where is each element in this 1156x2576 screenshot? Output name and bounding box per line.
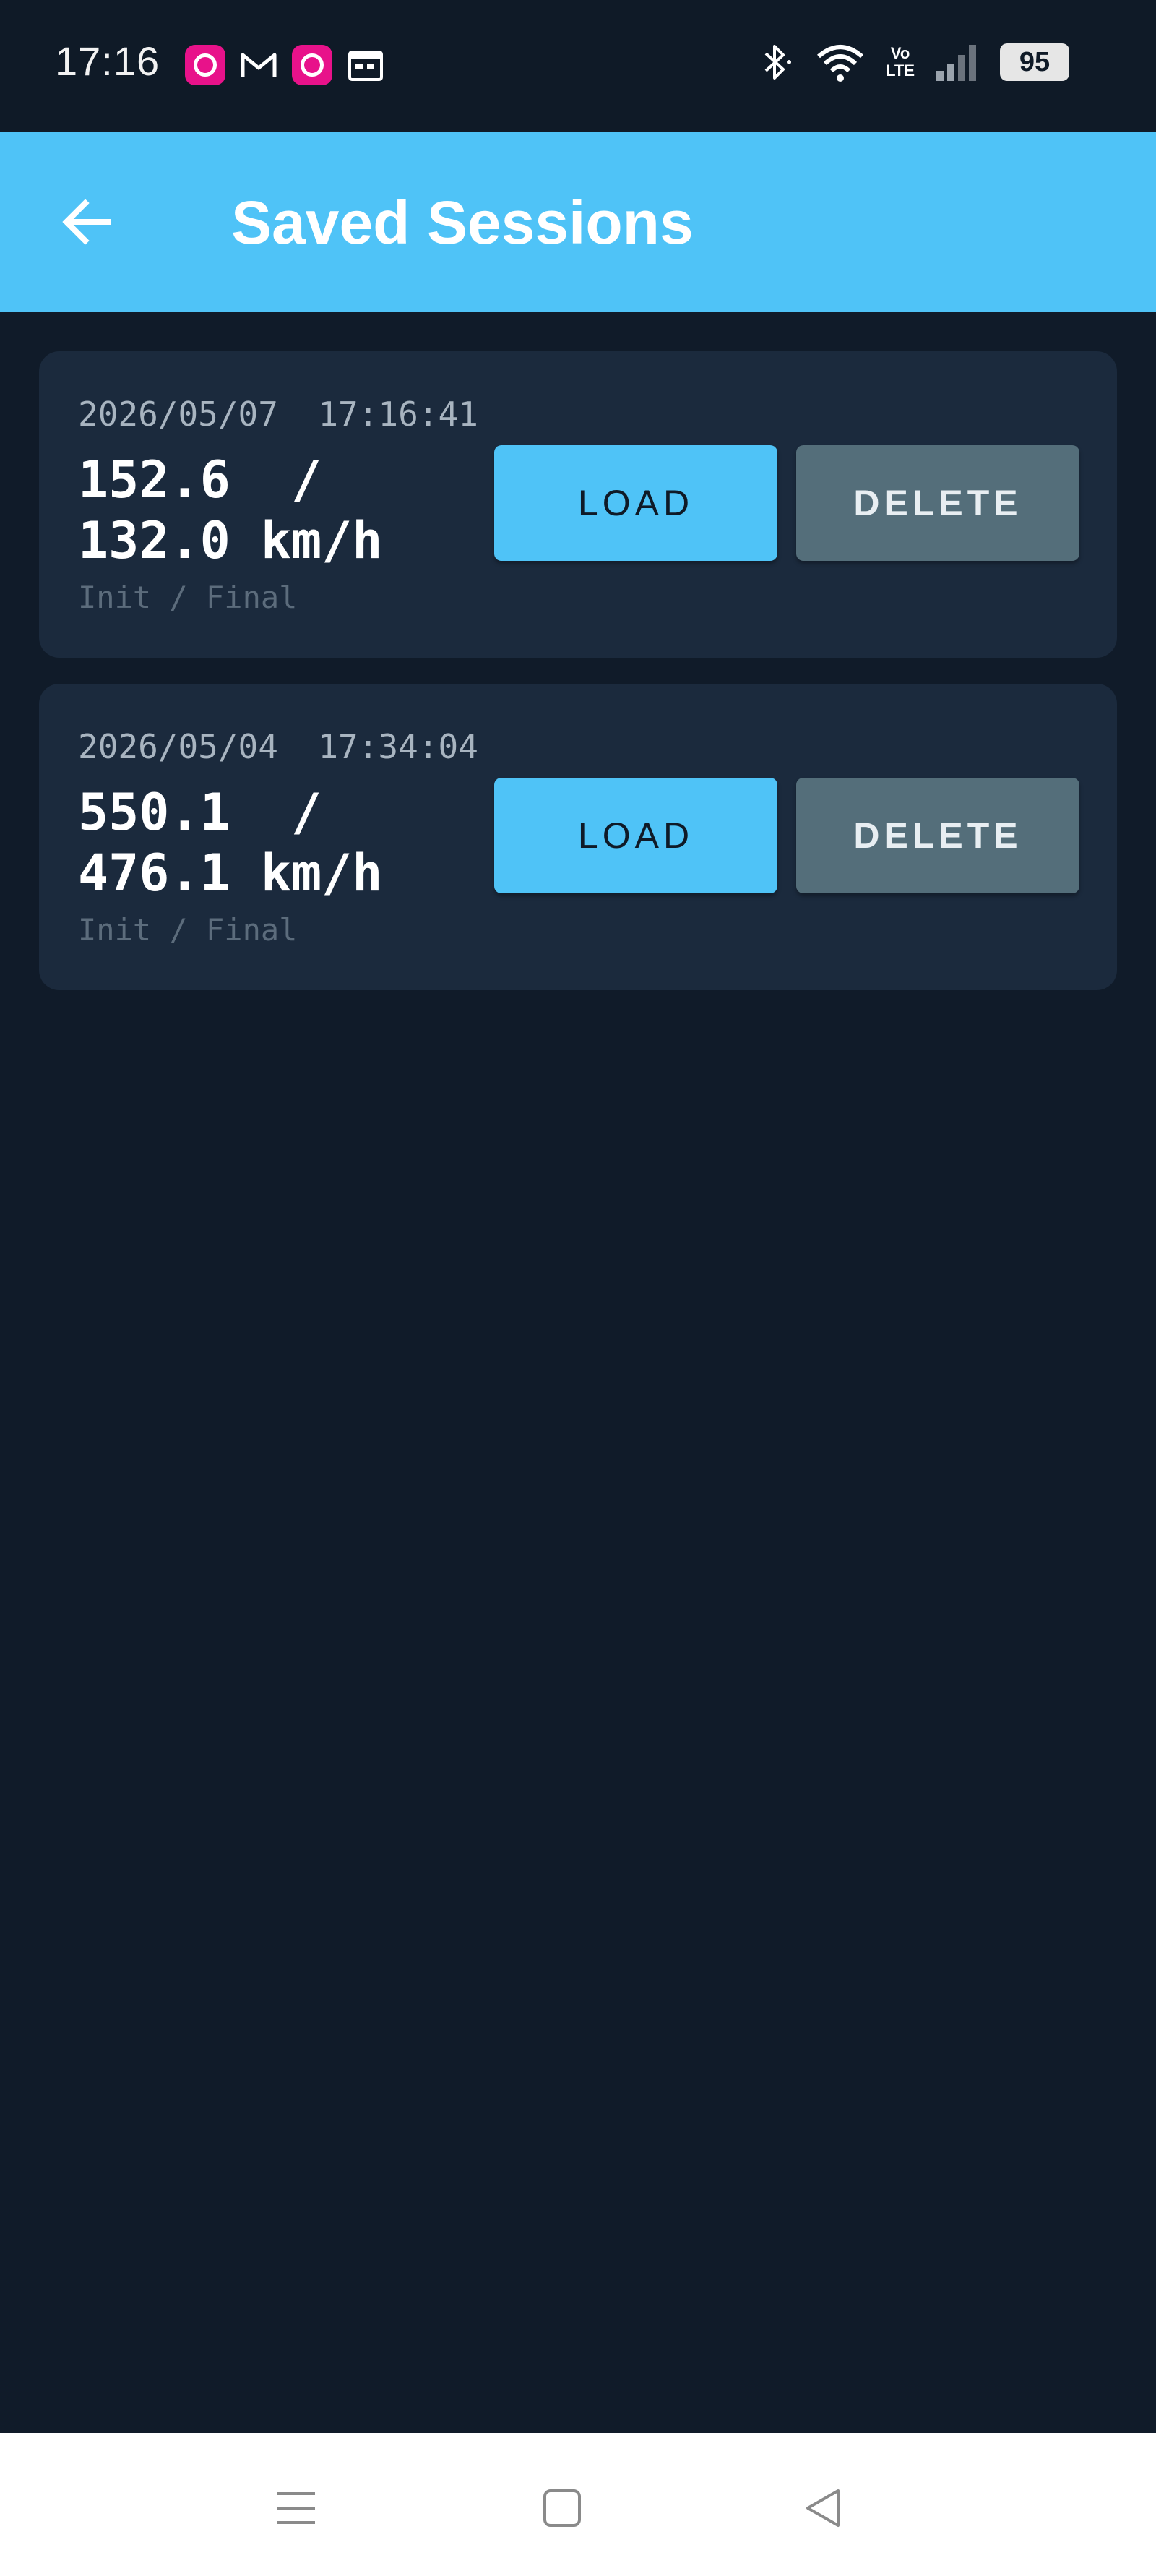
load-button[interactable]: LOAD xyxy=(494,445,777,561)
screen: 17:16 Vo LTE 95 Saved Sessions 2026/05/0… xyxy=(0,0,1156,2576)
session-caption: Init / Final xyxy=(78,580,298,615)
calendar-icon xyxy=(348,51,383,81)
session-time: 17:34:04 xyxy=(318,727,478,766)
session-caption: Init / Final xyxy=(78,912,298,948)
load-button[interactable]: LOAD xyxy=(494,778,777,893)
app-notification-icon xyxy=(292,45,332,85)
menu-icon xyxy=(277,2492,315,2524)
session-date: 2026/05/07 xyxy=(78,395,278,434)
home-icon xyxy=(543,2489,581,2527)
delete-button[interactable]: DELETE xyxy=(796,778,1079,893)
volte-icon: Vo LTE xyxy=(886,44,915,80)
session-time: 17:16:41 xyxy=(318,395,478,434)
recent-apps-button[interactable] xyxy=(260,2472,332,2544)
page-title: Saved Sessions xyxy=(231,189,694,257)
home-button[interactable] xyxy=(526,2472,598,2544)
notification-icons xyxy=(185,45,386,85)
app-bar: Saved Sessions xyxy=(0,132,1156,312)
session-datetime: 2026/05/04 17:34:04 xyxy=(78,727,478,766)
session-date: 2026/05/04 xyxy=(78,727,278,766)
signal-icon xyxy=(936,45,976,81)
delete-button[interactable]: DELETE xyxy=(796,445,1079,561)
battery-icon: 95 xyxy=(1000,43,1069,81)
session-card: 2026/05/04 17:34:04 550.1 / 476.1 km/h I… xyxy=(39,684,1117,990)
session-datetime: 2026/05/07 17:16:41 xyxy=(78,395,478,434)
navigation-bar xyxy=(0,2433,1156,2576)
back-icon xyxy=(806,2489,840,2527)
bluetooth-icon xyxy=(764,45,792,80)
system-icons: Vo LTE 95 xyxy=(759,40,1069,84)
back-nav-button[interactable] xyxy=(788,2472,860,2544)
gmail-icon xyxy=(241,53,277,77)
app-notification-icon xyxy=(185,45,225,85)
back-button[interactable] xyxy=(43,179,130,265)
wifi-icon xyxy=(817,45,864,82)
arrow-left-icon xyxy=(62,199,111,245)
session-list: 2026/05/07 17:16:41 152.6 / 132.0 km/h I… xyxy=(39,351,1117,1016)
session-speed: 152.6 / 132.0 km/h xyxy=(78,450,383,570)
status-time: 17:16 xyxy=(55,38,160,84)
status-bar: 17:16 Vo LTE 95 xyxy=(0,0,1156,132)
session-card: 2026/05/07 17:16:41 152.6 / 132.0 km/h I… xyxy=(39,351,1117,658)
session-speed: 550.1 / 476.1 km/h xyxy=(78,783,383,903)
